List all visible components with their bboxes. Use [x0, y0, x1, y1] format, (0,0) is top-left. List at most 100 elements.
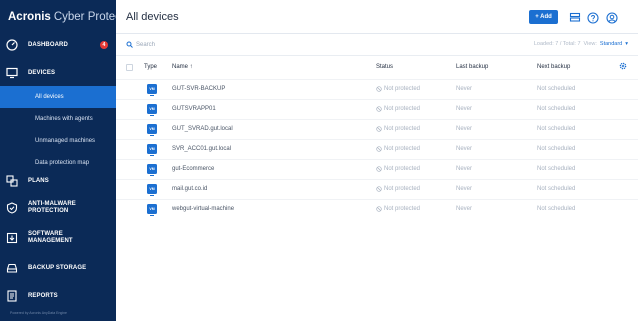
column-header-name[interactable]: Name ↑	[172, 64, 193, 70]
software-icon	[6, 232, 18, 244]
sidebar-subitem-all-devices[interactable]: All devices	[0, 86, 116, 108]
sidebar: Acronis Cyber Protect DASHBOARD 4 DEVICE…	[0, 0, 124, 321]
table-row[interactable]: VM mail.gut.co.id Not protected Never No…	[116, 179, 638, 199]
not-protected-icon	[376, 186, 382, 192]
table-row[interactable]: VM gut-Ecommerce Not protected Never Not…	[116, 159, 638, 179]
search-placeholder: Search	[136, 41, 156, 48]
table-row[interactable]: VM GUT-SVR-BACKUP Not protected Never No…	[116, 79, 638, 99]
table-row[interactable]: VM GUT_SVRAD.gut.local Not protected Nev…	[116, 119, 638, 139]
sidebar-item-devices[interactable]: DEVICES	[0, 62, 116, 84]
search-icon	[126, 41, 133, 48]
sidebar-subitem-machines-with-agents[interactable]: Machines with agents	[0, 108, 116, 130]
column-header-type[interactable]: Type	[144, 64, 157, 70]
status-text: Not protected	[384, 126, 421, 132]
vm-icon: VM	[147, 144, 157, 156]
list-view-icon[interactable]	[569, 11, 581, 23]
sidebar-item-dashboard[interactable]: DASHBOARD 4	[0, 34, 116, 56]
status-text: Not protected	[384, 86, 421, 92]
vm-icon: VM	[147, 124, 157, 136]
next-backup-cell: Not scheduled	[537, 146, 576, 152]
gauge-icon	[6, 39, 18, 51]
status-text: Not protected	[384, 206, 421, 212]
sidebar-item-label: DEVICES	[28, 69, 56, 76]
next-backup-cell: Not scheduled	[537, 206, 576, 212]
vm-icon: VM	[147, 184, 157, 196]
brand-name-bold: Acronis	[8, 11, 51, 23]
device-name[interactable]: mail.gut.co.id	[172, 186, 207, 192]
sidebar-item-software-management[interactable]: SOFTWARE MANAGEMENT	[0, 226, 116, 250]
device-name[interactable]: gut-Ecommerce	[172, 166, 214, 172]
sidebar-item-anti-malware[interactable]: ANTI-MALWARE PROTECTION	[0, 196, 116, 220]
sidebar-item-label: REPORTS	[28, 292, 58, 299]
help-icon[interactable]	[587, 11, 599, 24]
table-row[interactable]: VM webgut-virtual-machine Not protected …	[116, 199, 638, 219]
vm-icon: VM	[147, 204, 157, 216]
page-header: All devices + Add	[116, 0, 638, 34]
search-input[interactable]: Search	[126, 41, 155, 48]
status-text: Not protected	[384, 166, 421, 172]
vm-icon: VM	[147, 84, 157, 96]
device-name[interactable]: GUT-SVR-BACKUP	[172, 86, 225, 92]
powered-by-note: Powered by Acronis AnyData Engine	[10, 311, 68, 315]
list-meta: Loaded: 7 / Total: 7 View: Standard ▾	[534, 41, 628, 47]
device-name[interactable]: webgut-virtual-machine	[172, 206, 234, 212]
column-header-last-backup[interactable]: Last backup	[456, 64, 488, 70]
sidebar-item-label: ANTI-MALWARE PROTECTION	[28, 201, 76, 214]
last-backup-cell: Never	[456, 206, 473, 212]
vm-icon: VM	[147, 164, 157, 176]
plans-icon	[6, 175, 18, 187]
status-text: Not protected	[384, 106, 421, 112]
table-row[interactable]: VM SVR_ACC01.gut.local Not protected Nev…	[116, 139, 638, 159]
sidebar-item-label: BACKUP STORAGE	[28, 264, 87, 271]
sidebar-item-reports[interactable]: REPORTS	[0, 285, 116, 307]
sidebar-item-label: DASHBOARD	[28, 41, 68, 48]
table-header: Type Name ↑ Status Last backup Next back…	[116, 58, 638, 78]
device-name[interactable]: SVR_ACC01.gut.local	[172, 146, 231, 152]
column-header-status[interactable]: Status	[376, 64, 393, 70]
select-all-checkbox[interactable]	[126, 64, 133, 71]
sidebar-item-label: PLANS	[28, 177, 49, 184]
reports-icon	[6, 290, 18, 302]
account-icon[interactable]	[606, 11, 618, 24]
loaded-count: Loaded: 7 / Total: 7	[533, 41, 581, 47]
not-protected-icon	[376, 106, 382, 112]
next-backup-cell: Not scheduled	[537, 186, 576, 192]
status-cell: Not protected	[376, 186, 420, 192]
next-backup-cell: Not scheduled	[537, 86, 576, 92]
status-cell: Not protected	[376, 166, 420, 172]
last-backup-cell: Never	[456, 166, 473, 172]
add-button[interactable]: + Add	[529, 10, 558, 24]
view-selector[interactable]: Standard	[600, 41, 622, 47]
status-text: Not protected	[384, 146, 421, 152]
brand-name-light: Cyber Protect	[53, 11, 125, 23]
next-backup-cell: Not scheduled	[537, 166, 576, 172]
column-header-next-backup[interactable]: Next backup	[537, 64, 570, 70]
notification-badge: 4	[100, 41, 108, 49]
sidebar-item-backup-storage[interactable]: BACKUP STORAGE	[0, 257, 116, 279]
table-row[interactable]: VM GUTSVRAPP01 Not protected Never Not s…	[116, 99, 638, 119]
device-name[interactable]: GUT_SVRAD.gut.local	[172, 126, 233, 132]
last-backup-cell: Never	[456, 146, 473, 152]
main-content: All devices + Add Search Loaded: 7 / Tot…	[116, 0, 638, 321]
view-label: View:	[583, 41, 597, 47]
sidebar-item-plans[interactable]: PLANS	[0, 170, 116, 192]
not-protected-icon	[376, 166, 382, 172]
status-cell: Not protected	[376, 86, 420, 92]
next-backup-cell: Not scheduled	[537, 126, 576, 132]
brand-logo: Acronis Cyber Protect	[0, 0, 124, 34]
shield-icon	[6, 202, 18, 214]
not-protected-icon	[376, 126, 382, 132]
page-title: All devices	[126, 10, 179, 23]
status-cell: Not protected	[376, 106, 420, 112]
sidebar-subitem-unmanaged-machines[interactable]: Unmanaged machines	[0, 130, 116, 152]
sidebar-item-label: SOFTWARE MANAGEMENT	[28, 231, 73, 244]
storage-icon	[6, 262, 18, 274]
column-settings-icon[interactable]	[619, 62, 627, 72]
toolbar: Search Loaded: 7 / Total: 7 View: Standa…	[116, 34, 638, 56]
last-backup-cell: Never	[456, 86, 473, 92]
device-name[interactable]: GUTSVRAPP01	[172, 106, 216, 112]
chevron-down-icon: ▾	[625, 41, 628, 47]
next-backup-cell: Not scheduled	[537, 106, 576, 112]
last-backup-cell: Never	[456, 126, 473, 132]
last-backup-cell: Never	[456, 106, 473, 112]
